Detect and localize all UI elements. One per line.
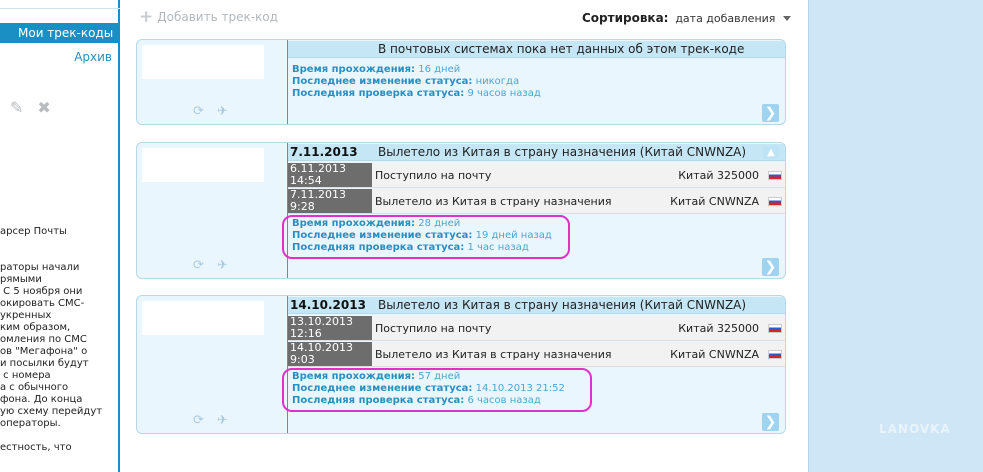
stat-value: 9 часов назад <box>467 88 541 99</box>
track-card: ⟳ ✈ 14.10.2013 Вылетело из Китая в стран… <box>136 295 786 434</box>
card-stats: Время прохождения: 16 дней Последнее изм… <box>292 64 541 100</box>
left-sidebar: Мои трек-коды Архив ✎ ✖ арсер Почты рато… <box>0 0 120 472</box>
card-date: 14.10.2013 <box>290 298 366 312</box>
add-track-code-button[interactable]: + Добавить трек-код <box>139 7 278 27</box>
sort-value[interactable]: дата добавления <box>675 12 775 25</box>
refresh-icon[interactable]: ⟳ <box>193 258 204 273</box>
card-status: В почтовых системах пока нет данных об э… <box>378 42 745 56</box>
russia-flag-icon <box>765 316 785 340</box>
stat-label: Последняя проверка статуса: <box>292 88 465 99</box>
event-description: Вылетело из Китая в страну назначения <box>372 189 655 213</box>
plus-icon: + <box>139 7 154 27</box>
archive-link[interactable]: Архив <box>74 50 112 64</box>
highlight-annotation <box>282 215 570 259</box>
track-name-box <box>142 148 264 182</box>
russia-flag-icon <box>765 189 785 213</box>
track-card: ⟳ ✈ В почтовых системах пока нет данных … <box>136 39 786 125</box>
track-name-box <box>142 45 264 79</box>
add-track-code-label: Добавить трек-код <box>157 10 278 24</box>
edit-icon[interactable]: ✎ <box>10 98 23 117</box>
delete-icon[interactable]: ✖ <box>37 98 50 117</box>
news-text: арсер Почты раторы начали рямыми С 5 ноя… <box>0 226 103 453</box>
sort-control[interactable]: Сортировка: дата добавления <box>582 11 792 25</box>
card-status: Вылетело из Китая в страну назначения (К… <box>378 298 747 312</box>
event-location: Китай CNWNZA <box>655 189 765 213</box>
right-panel: LANOVKA <box>808 0 983 472</box>
event-row: 14.10.2013 9:03 Вылетело из Китая в стра… <box>288 342 785 367</box>
event-row: 6.11.2013 14:54 Поступило на почту Китай… <box>288 163 785 188</box>
event-datetime: 13.10.2013 12:16 <box>288 316 372 340</box>
card-header: 7.11.2013 Вылетело из Китая в страну наз… <box>288 144 785 161</box>
event-datetime: 14.10.2013 9:03 <box>288 342 372 366</box>
stat-label: Время прохождения: <box>292 64 416 75</box>
stat-value: 16 дней <box>418 64 461 75</box>
event-description: Вылетело из Китая в страну назначения <box>372 342 655 366</box>
sidebar-tools: ✎ ✖ <box>10 98 51 117</box>
event-list: 6.11.2013 14:54 Поступило на почту Китай… <box>288 163 785 215</box>
event-description: Поступило на почту <box>372 316 655 340</box>
event-location: Китай 325000 <box>655 316 765 340</box>
track-name-box <box>142 301 264 335</box>
card-date: 7.11.2013 <box>290 145 358 159</box>
chevron-right-icon[interactable]: ❯ <box>762 413 779 431</box>
event-row: 13.10.2013 12:16 Поступило на почту Кита… <box>288 316 785 341</box>
satellite-icon[interactable]: ✈ <box>217 413 228 428</box>
chevron-down-icon[interactable] <box>783 16 792 21</box>
satellite-icon[interactable]: ✈ <box>217 104 228 119</box>
event-datetime: 6.11.2013 14:54 <box>288 163 372 187</box>
refresh-icon[interactable]: ⟳ <box>193 413 204 428</box>
russia-flag-icon <box>765 342 785 366</box>
stat-label: Последнее изменение статуса: <box>292 76 473 87</box>
satellite-icon[interactable]: ✈ <box>217 258 228 273</box>
highlight-annotation <box>282 368 592 412</box>
chevron-right-icon[interactable]: ❯ <box>762 258 779 276</box>
event-row: 7.11.2013 9:28 Вылетело из Китая в стран… <box>288 189 785 214</box>
card-header: В почтовых системах пока нет данных об э… <box>288 41 785 58</box>
sidebar-divider <box>0 8 120 9</box>
card-status: Вылетело из Китая в страну назначения (К… <box>378 145 747 159</box>
watermark: LANOVKA <box>879 422 951 436</box>
card-header: 14.10.2013 Вылетело из Китая в страну на… <box>288 297 785 314</box>
stat-value: никогда <box>475 76 520 87</box>
event-description: Поступило на почту <box>372 163 655 187</box>
event-location: Китай 325000 <box>655 163 765 187</box>
chevron-up-icon[interactable]: ▲ <box>763 146 779 159</box>
refresh-icon[interactable]: ⟳ <box>193 104 204 119</box>
tab-my-track-codes[interactable]: Мои трек-коды <box>0 23 118 43</box>
russia-flag-icon <box>765 163 785 187</box>
event-location: Китай CNWNZA <box>655 342 765 366</box>
event-list: 13.10.2013 12:16 Поступило на почту Кита… <box>288 316 785 368</box>
event-datetime: 7.11.2013 9:28 <box>288 189 372 213</box>
sort-label: Сортировка: <box>582 11 669 25</box>
chevron-right-icon[interactable]: ❯ <box>762 104 779 122</box>
card-date <box>290 41 376 58</box>
